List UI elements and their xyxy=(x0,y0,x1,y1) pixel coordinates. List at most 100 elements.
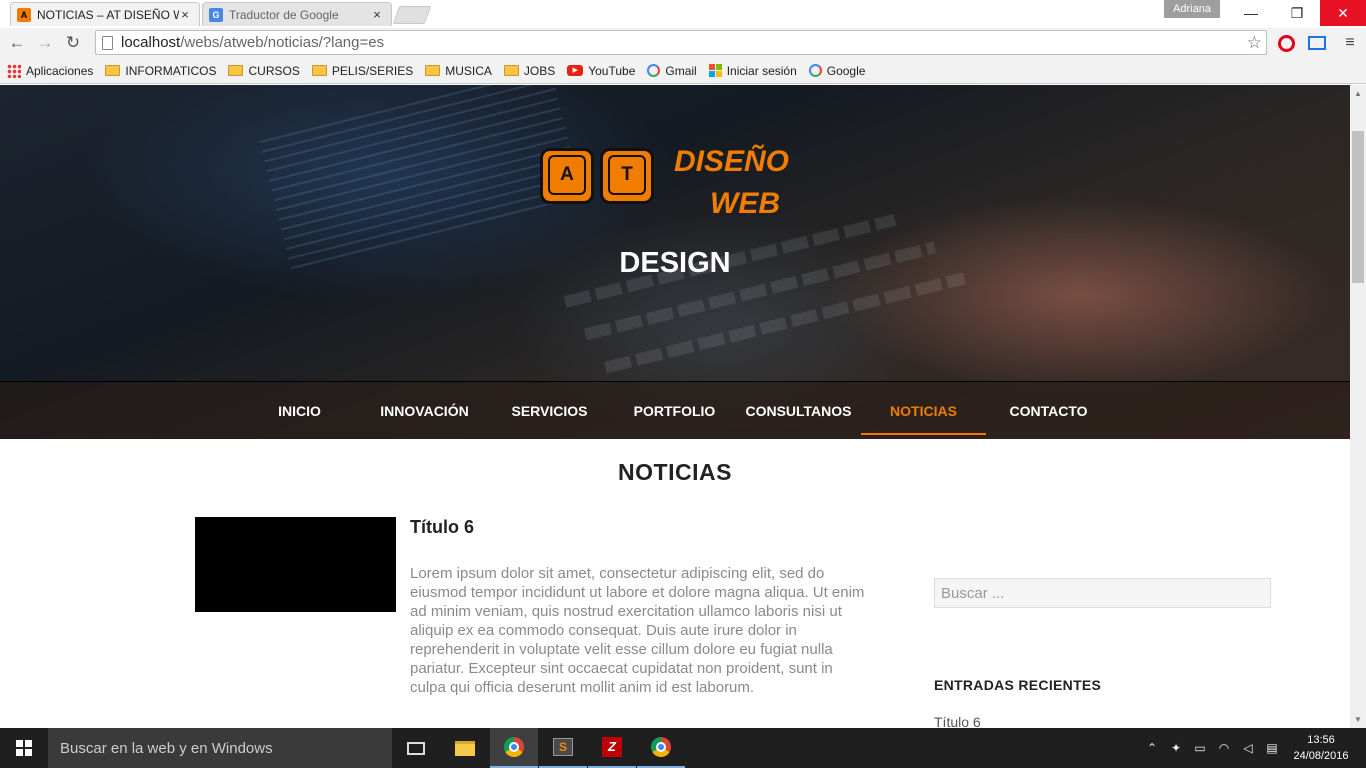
url-host: localhost xyxy=(121,34,181,51)
logo-key-a: A xyxy=(540,148,594,204)
bookmark-label: Gmail xyxy=(665,63,697,78)
bookmark-musica[interactable]: MUSICA xyxy=(425,64,492,78)
page-title: NOTICIAS xyxy=(618,459,732,485)
bookmark-label: YouTube xyxy=(588,63,636,78)
tab-close-icon[interactable]: × xyxy=(179,7,191,22)
bookmark-informaticos[interactable]: INFORMATICOS xyxy=(105,64,216,78)
profile-badge[interactable]: Adriana xyxy=(1164,0,1220,18)
folder-icon xyxy=(228,65,244,76)
at-favicon-icon: A xyxy=(17,7,31,22)
google-icon xyxy=(808,64,822,77)
bookmark-apps[interactable]: Aplicaciones xyxy=(7,63,94,78)
forward-arrow-icon[interactable]: → xyxy=(31,29,59,57)
scroll-down-icon[interactable]: ▼ xyxy=(1354,715,1362,724)
page-scrollbar[interactable]: ▲ ▼ xyxy=(1350,85,1366,728)
logo-key-t: T xyxy=(600,148,654,204)
nav-contacto[interactable]: CONTACTO xyxy=(986,403,1111,419)
bookmark-label: Iniciar sesión xyxy=(726,63,797,78)
chrome-icon xyxy=(504,737,524,757)
bookmark-cursos[interactable]: CURSOS xyxy=(228,64,300,78)
file-explorer-icon xyxy=(455,740,475,756)
logo-line1: DISEÑO xyxy=(674,145,790,178)
nav-inicio[interactable]: INICIO xyxy=(237,403,362,419)
bookmark-pelis-series[interactable]: PELIS/SERIES xyxy=(311,63,414,78)
search-input[interactable] xyxy=(934,578,1271,608)
tab-close-icon[interactable]: × xyxy=(371,7,383,22)
opera-extension-icon[interactable] xyxy=(1276,33,1296,53)
nav-noticias[interactable]: NOTICIAS xyxy=(861,403,986,419)
file-explorer-button[interactable] xyxy=(441,728,489,768)
hero-banner: A T DISEÑO WEB DESIGN INICIO INNOVACIÓN … xyxy=(0,85,1350,439)
bookmark-label: Aplicaciones xyxy=(26,63,94,78)
nav-portfolio[interactable]: PORTFOLIO xyxy=(612,403,737,419)
start-button[interactable] xyxy=(0,728,48,768)
dropbox-icon[interactable]: ✦ xyxy=(1164,741,1188,755)
folder-icon xyxy=(311,65,327,76)
sublime-taskbar-button[interactable]: S xyxy=(539,728,587,768)
maximize-button[interactable]: ❐ xyxy=(1274,0,1320,26)
bookmarks-bar: Aplicaciones INFORMATICOS CURSOS PELIS/S… xyxy=(0,58,1366,84)
main-navigation: INICIO INNOVACIÓN SERVICIOS PORTFOLIO CO… xyxy=(0,382,1350,439)
notifications-icon[interactable]: ▤ xyxy=(1260,741,1284,755)
clock-date: 24/08/2016 xyxy=(1293,750,1349,762)
back-arrow-icon[interactable]: ← xyxy=(3,29,31,57)
logo-key-a-letter: A xyxy=(548,155,586,195)
filezilla-taskbar-button[interactable]: Z xyxy=(588,728,636,768)
bookmark-label: MUSICA xyxy=(445,63,492,78)
chrome-icon xyxy=(651,737,671,757)
volume-icon[interactable]: ◁ xyxy=(1236,741,1260,755)
sublime-text-icon: S xyxy=(553,738,573,756)
post-thumbnail[interactable] xyxy=(195,517,396,612)
windows-taskbar: Buscar en la web y en Windows S Z ⌃ ✦ ▭ … xyxy=(0,728,1366,768)
clock-time: 13:56 xyxy=(1307,734,1335,746)
windows-logo-icon xyxy=(16,740,32,756)
logo-line2: WEB xyxy=(710,187,780,220)
new-tab-button[interactable] xyxy=(392,6,432,24)
scroll-up-icon[interactable]: ▲ xyxy=(1354,89,1362,98)
nav-servicios[interactable]: SERVICIOS xyxy=(487,403,612,419)
post-title[interactable]: Título 6 xyxy=(410,517,474,538)
wifi-icon[interactable]: ◠ xyxy=(1212,741,1236,755)
battery-icon[interactable]: ▭ xyxy=(1188,741,1212,755)
post-excerpt: Lorem ipsum dolor sit amet, consectetur … xyxy=(410,565,865,696)
nav-active-underline xyxy=(861,433,986,435)
bookmark-label: Google xyxy=(826,63,866,78)
taskbar-search[interactable]: Buscar en la web y en Windows xyxy=(48,728,392,768)
task-view-button[interactable] xyxy=(392,728,440,768)
page-icon xyxy=(102,35,113,50)
browser-tab-strip: A NOTICIAS – AT DISEÑO W × G Traductor d… xyxy=(0,0,1366,28)
bookmark-star-icon[interactable]: ☆ xyxy=(1247,33,1262,53)
tab-noticias[interactable]: A NOTICIAS – AT DISEÑO W × xyxy=(10,2,200,26)
youtube-icon: ▶ xyxy=(567,65,584,76)
tab-traductor[interactable]: G Traductor de Google × xyxy=(202,2,392,26)
bookmark-label: PELIS/SERIES xyxy=(331,63,414,78)
tab-title: Traductor de Google xyxy=(229,7,339,22)
bookmark-jobs[interactable]: JOBS xyxy=(503,63,556,78)
chrome-menu-icon[interactable]: ≡ xyxy=(1340,33,1360,53)
recent-posts-title: ENTRADAS RECIENTES xyxy=(934,677,1102,693)
site-logo[interactable]: A T DISEÑO WEB xyxy=(540,145,810,220)
cast-icon[interactable] xyxy=(1307,33,1327,53)
bookmark-gmail[interactable]: Gmail xyxy=(647,63,697,78)
nav-consultanos[interactable]: CONSULTANOS xyxy=(736,403,861,419)
google-translate-favicon-icon: G xyxy=(209,7,223,22)
bookmark-youtube[interactable]: ▶ YouTube xyxy=(567,64,635,78)
show-hidden-icons-icon[interactable]: ⌃ xyxy=(1140,741,1164,755)
bookmark-google[interactable]: Google xyxy=(808,63,866,78)
nav-innovacion[interactable]: INNOVACIÓN xyxy=(362,403,487,419)
bookmark-label: JOBS xyxy=(523,63,556,78)
folder-icon xyxy=(425,65,441,76)
recent-post-link[interactable]: Título 6 xyxy=(934,714,981,728)
microsoft-icon xyxy=(708,64,722,77)
system-clock[interactable]: 13:56 24/08/2016 xyxy=(1290,732,1352,764)
chrome-taskbar-button-2[interactable] xyxy=(637,728,685,768)
chrome-taskbar-button[interactable] xyxy=(490,728,538,768)
address-bar[interactable]: localhost/webs/atweb/noticias/?lang=es ☆ xyxy=(95,30,1267,55)
reload-icon[interactable]: ↻ xyxy=(59,29,87,57)
google-icon xyxy=(647,64,661,77)
minimize-button[interactable]: — xyxy=(1228,0,1274,26)
close-window-button[interactable]: ✕ xyxy=(1320,0,1366,26)
hero-title: DESIGN xyxy=(619,247,731,279)
scrollbar-thumb[interactable] xyxy=(1352,131,1364,283)
bookmark-iniciar-sesion[interactable]: Iniciar sesión xyxy=(708,63,797,78)
